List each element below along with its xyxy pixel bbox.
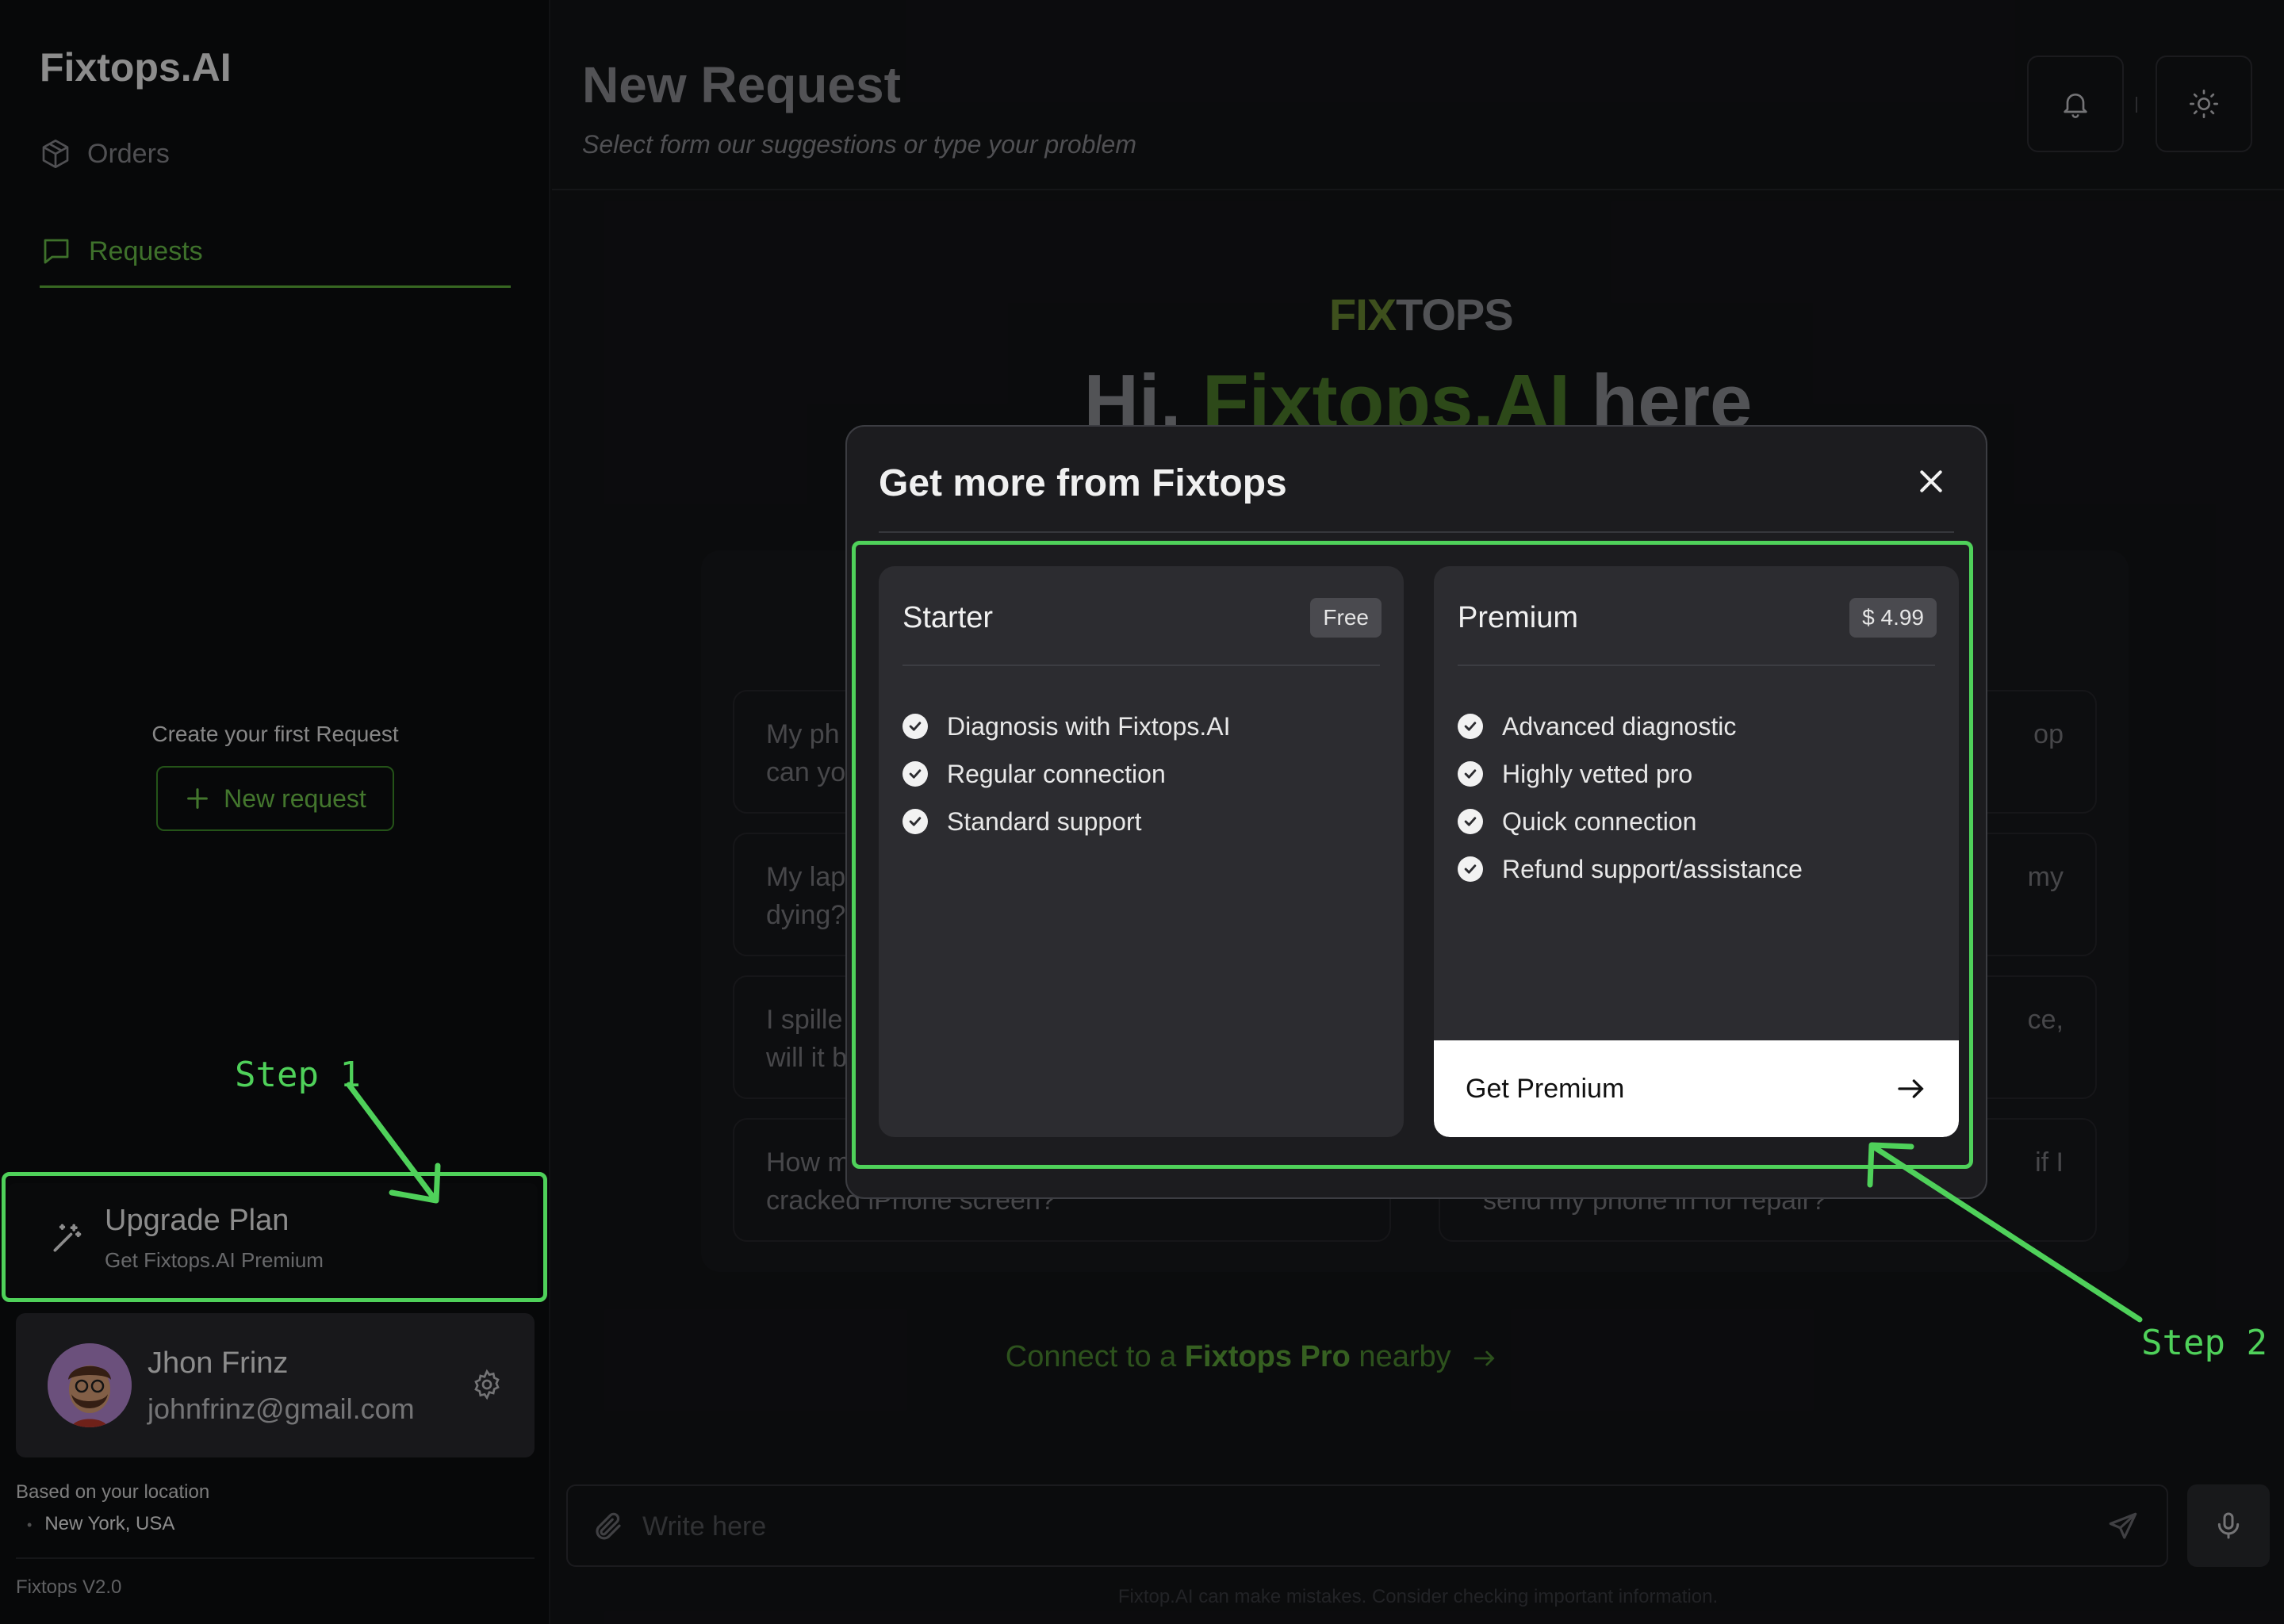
close-button[interactable] xyxy=(1910,460,1953,503)
close-icon xyxy=(1920,470,1942,492)
annotation-highlight-upgrade xyxy=(2,1172,547,1302)
annotation-step-1: Step 1 xyxy=(235,1055,361,1095)
divider xyxy=(879,531,1954,533)
annotation-step-2: Step 2 xyxy=(2141,1323,2267,1363)
modal-title: Get more from Fixtops xyxy=(879,462,1287,504)
annotation-highlight-plans xyxy=(852,541,1973,1169)
